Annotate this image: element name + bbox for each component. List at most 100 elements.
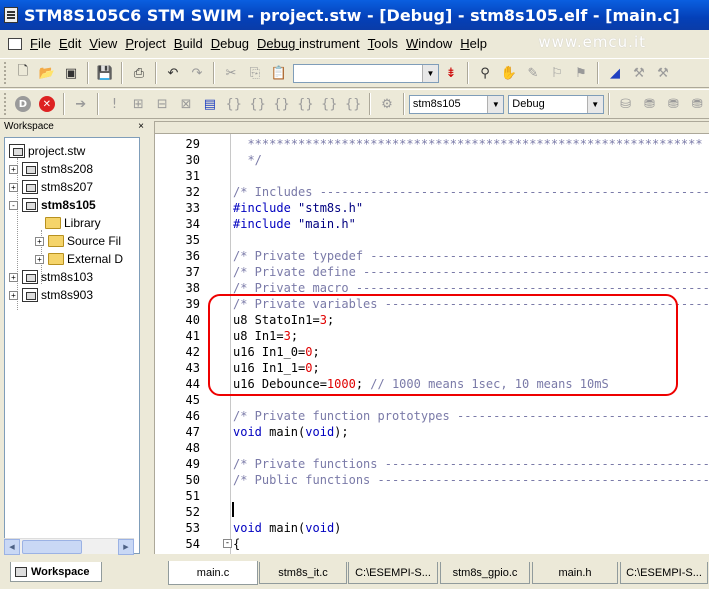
menu-item[interactable]: Tools xyxy=(364,36,402,51)
chevron-down-icon[interactable]: ▼ xyxy=(487,95,504,113)
menu-item[interactable]: Debug instrument xyxy=(253,36,364,51)
menu-item[interactable]: Debug xyxy=(207,36,253,51)
file-tab[interactable]: stm8s_it.c xyxy=(259,562,347,584)
build-project-icon[interactable]: ⛃ xyxy=(639,93,661,115)
chevron-down-icon[interactable]: ▼ xyxy=(586,95,603,113)
menu-item[interactable]: File xyxy=(26,36,55,51)
document-icon[interactable] xyxy=(8,37,22,50)
file-tab[interactable]: main.c xyxy=(168,561,258,585)
tree-item[interactable]: - stm8s105 xyxy=(9,196,96,214)
code-line[interactable]: 29 *************************************… xyxy=(155,136,709,152)
code-line[interactable]: 39 /* Private variables -----------------… xyxy=(155,296,709,312)
menu-item[interactable]: View xyxy=(85,36,121,51)
code-line[interactable]: 50 /* Public functions ------------------… xyxy=(155,472,709,488)
configuration-select[interactable]: Debug ▼ xyxy=(508,94,604,114)
code-line[interactable]: 37 /* Private define --------------------… xyxy=(155,264,709,280)
menu-item[interactable]: Project xyxy=(121,36,169,51)
expand-icon[interactable]: + xyxy=(35,236,44,246)
step-over-icon[interactable]: ⊟ xyxy=(151,93,173,115)
code-line[interactable]: 54 { xyxy=(155,536,709,552)
code-line[interactable]: 31 xyxy=(155,168,709,184)
tree-item[interactable]: + stm8s207 xyxy=(9,178,93,196)
code-line[interactable]: 38 /* Private macro ---------------------… xyxy=(155,280,709,296)
step-asm-icon[interactable]: {} xyxy=(294,93,316,115)
code-line[interactable]: 47 void main(void); xyxy=(155,424,709,440)
toolbar-grip[interactable] xyxy=(4,62,7,84)
step-out-icon[interactable]: {} xyxy=(247,93,269,115)
code-line[interactable]: 45 xyxy=(155,392,709,408)
redo-icon[interactable]: ↷ xyxy=(186,62,208,84)
step-into-icon[interactable]: ⊠ xyxy=(175,93,197,115)
code-line[interactable]: 43 u16 In1_1=0; xyxy=(155,360,709,376)
tree-item[interactable]: + stm8s903 xyxy=(9,286,93,304)
scroll-thumb[interactable] xyxy=(22,540,82,554)
code-line[interactable]: 34 #include "main.h" xyxy=(155,216,709,232)
disassembly-icon[interactable]: ▤ xyxy=(199,93,221,115)
file-tab[interactable]: main.h xyxy=(532,562,618,584)
code-line[interactable]: 32 /* Includes --------------------------… xyxy=(155,184,709,200)
expand-icon[interactable]: + xyxy=(35,254,44,264)
code-line[interactable]: 44 u16 Debounce=1000; // 1000 means 1sec,… xyxy=(155,376,709,392)
code-line[interactable]: 53 void main(void) xyxy=(155,520,709,536)
menu-item[interactable]: Window xyxy=(402,36,456,51)
fold-minus-icon[interactable]: - xyxy=(223,539,232,548)
horizontal-scrollbar[interactable]: ◀ ▶ xyxy=(4,538,134,555)
file-tab[interactable]: stm8s_gpio.c xyxy=(440,562,530,584)
scroll-right-icon[interactable]: ▶ xyxy=(118,539,134,555)
tree-root[interactable]: project.stw xyxy=(9,142,85,160)
tree-item[interactable]: Library xyxy=(45,214,101,232)
menu-item[interactable]: Build xyxy=(170,36,207,51)
code-line[interactable]: 48 xyxy=(155,440,709,456)
undo-icon[interactable]: ↶ xyxy=(162,62,184,84)
bookmark-icon[interactable]: ✎ xyxy=(522,62,544,84)
file-tab[interactable]: C:\ESEMPI-S... xyxy=(620,562,708,584)
run-to-cursor-icon[interactable]: {} xyxy=(271,93,293,115)
code-line[interactable]: 35 xyxy=(155,232,709,248)
options-icon[interactable]: ⚙ xyxy=(376,93,398,115)
code-editor[interactable]: 29 *************************************… xyxy=(154,121,709,554)
break-icon[interactable]: ! xyxy=(104,93,126,115)
project-select[interactable]: stm8s105 ▼ xyxy=(408,94,505,114)
code-line[interactable]: 42 u16 In1_0=0; xyxy=(155,344,709,360)
save-icon[interactable]: 💾 xyxy=(94,62,116,84)
tree-item[interactable]: + stm8s208 xyxy=(9,160,93,178)
bookmark-clear-icon[interactable]: ⚑ xyxy=(570,62,592,84)
paste-icon[interactable]: 📋 xyxy=(268,62,290,84)
file-tab[interactable]: C:\ESEMPI-S... xyxy=(348,562,438,584)
print-icon[interactable]: ⎙ xyxy=(128,62,150,84)
find-in-files-icon[interactable]: ⇟ xyxy=(440,62,462,84)
cut-icon[interactable]: ✂ xyxy=(220,62,242,84)
reset-icon[interactable]: ⊞ xyxy=(127,93,149,115)
menu-item[interactable]: Help xyxy=(456,36,491,51)
open-folder-icon[interactable]: 📂 xyxy=(36,62,58,84)
expand-icon[interactable]: + xyxy=(9,164,18,174)
scroll-left-icon[interactable]: ◀ xyxy=(4,539,20,555)
hand-icon[interactable]: ✋ xyxy=(498,62,520,84)
rebuild-icon[interactable]: ⚒ xyxy=(652,62,674,84)
build-icon[interactable]: ⚒ xyxy=(628,62,650,84)
code-line[interactable]: 40 u8 StatoIn1=3; xyxy=(155,312,709,328)
compile-file-icon[interactable]: ⛁ xyxy=(615,93,637,115)
code-line[interactable]: 36 /* Private typedef -------------------… xyxy=(155,248,709,264)
workspace-tab[interactable]: Workspace xyxy=(10,562,102,582)
debug-start-icon[interactable]: D xyxy=(12,93,34,115)
new-file-icon[interactable]: 🗋 xyxy=(12,62,34,84)
menu-item[interactable]: Edit xyxy=(55,36,85,51)
code-line[interactable]: 49 /* Private functions -----------------… xyxy=(155,456,709,472)
code-line[interactable]: 33 #include "stm8s.h" xyxy=(155,200,709,216)
batch-build-icon[interactable]: ⛃ xyxy=(686,93,708,115)
code-line[interactable]: 46 /* Private function prototypes -------… xyxy=(155,408,709,424)
tree-item[interactable]: + stm8s103 xyxy=(9,268,93,286)
tree-item[interactable]: + External D xyxy=(35,250,123,268)
code-line[interactable]: 52 xyxy=(155,504,709,520)
code-line[interactable]: 30 */ xyxy=(155,152,709,168)
expand-icon[interactable]: + xyxy=(9,290,18,300)
tree-item[interactable]: + Source Fil xyxy=(35,232,121,250)
chevron-down-icon[interactable]: ▼ xyxy=(422,64,438,82)
braces-icon[interactable]: {} xyxy=(342,93,364,115)
stop-debug-icon[interactable]: ✕ xyxy=(36,93,58,115)
compile-icon[interactable]: ◢ xyxy=(604,62,626,84)
expand-icon[interactable]: + xyxy=(9,182,18,192)
toolbar-grip[interactable] xyxy=(4,93,7,115)
collapse-icon[interactable]: - xyxy=(9,200,18,210)
